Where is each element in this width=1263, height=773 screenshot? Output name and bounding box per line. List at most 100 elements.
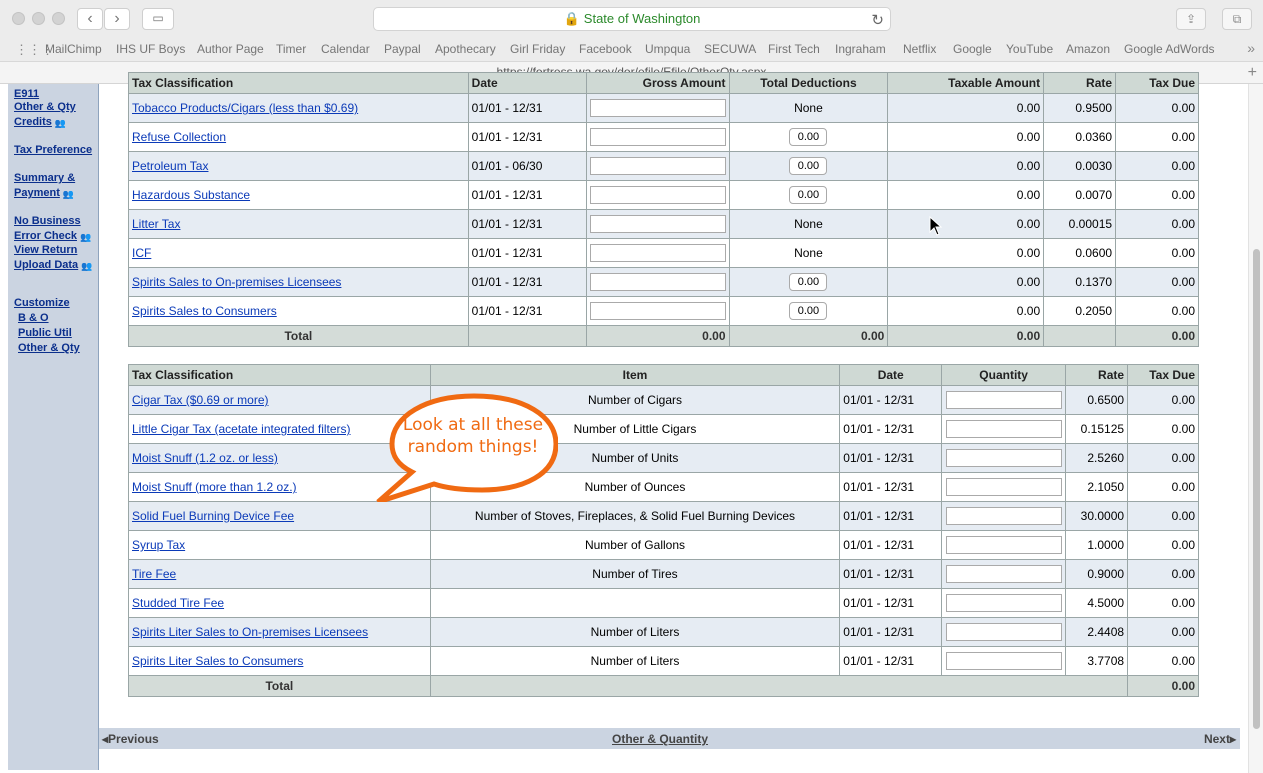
tax-due-cell: 0.00 [1127,443,1199,473]
sidebar-toggle-icon[interactable]: ▭ [142,8,174,30]
bookmark[interactable]: SECUWA [704,42,756,56]
address-bar[interactable]: 🔒 State of Washington ↻ [373,7,891,31]
bookmark[interactable]: Facebook [579,42,632,56]
gross-amount-cell [585,238,730,268]
bookmark[interactable]: Umpqua [645,42,690,56]
more-bookmarks-icon[interactable]: » [1247,40,1255,56]
sidebar-item-error-check[interactable]: Error Check 👥 [14,230,92,242]
people-icon: 👥 [62,189,75,199]
tabs-overview-icon[interactable]: ⧉ [1222,8,1252,30]
tax-classification-link[interactable]: Little Cigar Tax (acetate integrated fil… [132,422,351,436]
bookmark[interactable]: Timer [276,42,306,56]
previous-link[interactable]: ◂Previous [102,732,159,746]
bookmark[interactable]: IHS UF Boys [116,42,185,56]
tax-classification-link[interactable]: Moist Snuff (more than 1.2 oz.) [132,480,297,494]
tax-classification-link[interactable]: Syrup Tax [132,538,185,552]
quantity-input[interactable] [945,420,1062,438]
bookmark[interactable]: Netflix [903,42,936,56]
bookmark[interactable]: MailChimp [45,42,102,56]
bookmark[interactable]: Amazon [1066,42,1110,56]
new-tab-icon[interactable]: + [1248,62,1257,83]
gross-amount-input[interactable] [589,215,726,233]
sidebar-item-view-return[interactable]: View Return [14,244,77,256]
sidebar-item-upload-data[interactable]: Upload Data 👥 [14,259,93,271]
quantity-input[interactable] [945,449,1062,467]
scrollbar-thumb[interactable] [1253,249,1260,729]
minimize-window-button[interactable] [32,12,45,25]
next-link[interactable]: Next▸ [1204,732,1236,746]
gross-amount-input[interactable] [589,273,726,291]
tax-classification-link[interactable]: Refuse Collection [132,130,226,144]
quantity-input[interactable] [945,478,1062,496]
close-window-button[interactable] [12,12,25,25]
gross-amount-input[interactable] [589,128,726,146]
quantity-cell [941,559,1067,589]
gross-amount-cell [585,151,730,181]
gross-amount-input[interactable] [589,157,726,175]
tax-classification-link[interactable]: ICF [132,246,151,260]
gross-amount-input[interactable] [589,302,726,320]
bookmark[interactable]: First Tech [768,42,820,56]
deductions-button[interactable]: 0.00 [789,273,828,291]
quantity-input[interactable] [945,536,1062,554]
bookmark[interactable]: Girl Friday [510,42,565,56]
total-tax-due: 0.00 [1127,675,1199,697]
tax-classification-link[interactable]: Tire Fee [132,567,176,581]
gross-amount-input[interactable] [589,244,726,262]
vertical-scrollbar[interactable] [1248,84,1263,773]
bookmark[interactable]: YouTube [1006,42,1053,56]
gross-amount-input[interactable] [589,186,726,204]
bookmark[interactable]: Author Page [197,42,264,56]
quantity-input[interactable] [945,391,1062,409]
sidebar-item-other-qty-sub[interactable]: Other & Qty [18,342,80,354]
sidebar-item-e911[interactable]: E911 [14,88,39,100]
sidebar-item-tax-preference[interactable]: Tax Preference [14,144,92,156]
tax-classification-link[interactable]: Spirits Sales to On-premises Licensees [132,275,341,289]
quantity-input[interactable] [945,565,1062,583]
deductions-button[interactable]: 0.00 [789,128,828,146]
tax-due-cell: 0.00 [1127,588,1199,618]
sidebar-item-no-business[interactable]: No Business [14,215,81,227]
tax-classification-link[interactable]: Spirits Sales to Consumers [132,304,277,318]
zoom-window-button[interactable] [52,12,65,25]
sidebar-item-public-util[interactable]: Public Util [18,327,72,339]
tax-classification-link[interactable]: Cigar Tax ($0.69 or more) [132,393,269,407]
tax-classification-link[interactable]: Studded Tire Fee [132,596,224,610]
rate-cell: 1.0000 [1065,530,1129,560]
forward-button[interactable]: › [104,8,130,30]
tax-classification-link[interactable]: Petroleum Tax [132,159,208,173]
other-quantity-link[interactable]: Other & Quantity [612,732,708,746]
tax-classification-link[interactable]: Moist Snuff (1.2 oz. or less) [132,451,278,465]
deductions-button[interactable]: 0.00 [789,302,828,320]
share-icon[interactable]: ⇪ [1176,8,1206,30]
quantity-input[interactable] [945,594,1062,612]
deductions-button[interactable]: 0.00 [789,157,828,175]
reload-icon[interactable]: ↻ [871,10,884,32]
bookmark[interactable]: Ingraham [835,42,886,56]
quantity-input[interactable] [945,623,1062,641]
sidebar-item-customize[interactable]: Customize [14,297,70,309]
lock-icon: 🔒 [563,11,580,26]
deductions-button[interactable]: 0.00 [789,186,828,204]
gross-amount-input[interactable] [589,99,726,117]
sidebar-item-credits[interactable]: Credits 👥 [14,116,67,128]
sidebar-item-other-qty[interactable]: Other & Qty [14,101,76,113]
tax-table-amounts: Tax Classification Date Gross Amount Tot… [128,72,1199,347]
tax-classification-link[interactable]: Litter Tax [132,217,180,231]
bookmark[interactable]: Google [953,42,992,56]
tax-classification-link[interactable]: Solid Fuel Burning Device Fee [132,509,294,523]
bookmark[interactable]: Paypal [384,42,421,56]
quantity-input[interactable] [945,652,1062,670]
bookmark[interactable]: Calendar [321,42,370,56]
quantity-input[interactable] [945,507,1062,525]
sidebar-item-summary[interactable]: Summary & [14,172,75,184]
bookmark[interactable]: Google AdWords [1124,42,1215,56]
tax-classification-link[interactable]: Tobacco Products/Cigars (less than $0.69… [132,101,358,115]
sidebar-item-payment[interactable]: Payment 👥 [14,187,75,199]
back-button[interactable]: ‹ [77,8,103,30]
bookmark[interactable]: Apothecary [435,42,496,56]
tax-classification-link[interactable]: Spirits Liter Sales to Consumers [132,654,303,668]
tax-classification-link[interactable]: Spirits Liter Sales to On-premises Licen… [132,625,368,639]
sidebar-item-b-o[interactable]: B & O [18,312,49,324]
tax-classification-link[interactable]: Hazardous Substance [132,188,250,202]
